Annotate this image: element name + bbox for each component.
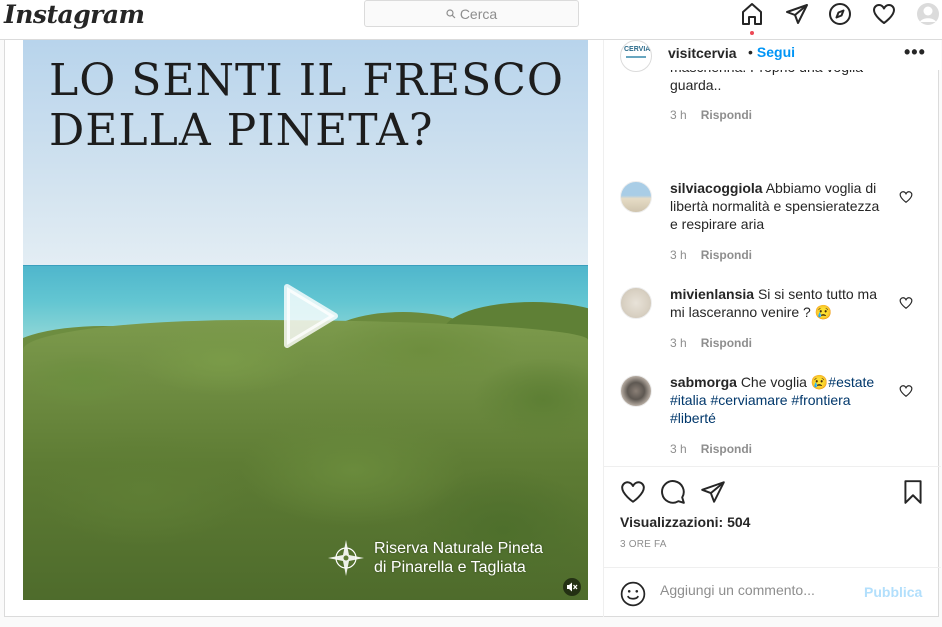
commenter-avatar[interactable] — [620, 375, 652, 407]
video-caption: Riserva Naturale Pineta di Pinarella e T… — [326, 538, 543, 578]
author-username[interactable]: visitcervia — [668, 45, 737, 61]
logo-bar — [626, 56, 646, 58]
comment-text: silviacoggiola Abbiamo voglia di libertà… — [670, 179, 885, 233]
commenter-username[interactable]: mivienlansia — [670, 286, 754, 302]
comment-meta: 3 h Rispondi — [670, 336, 752, 350]
caption-text: Riserva Naturale Pineta di Pinarella e T… — [374, 539, 543, 577]
follow-label: Segui — [756, 44, 796, 60]
post-sidebar: CERVIA visitcervia •Segui ••• mascherina… — [603, 40, 941, 617]
hashtag-link[interactable]: #frontiera — [791, 392, 850, 408]
comment-meta: 3 h Rispondi — [670, 442, 752, 456]
hashtag-link[interactable]: #italia — [670, 392, 707, 408]
caption-line-2: di Pinarella e Tagliata — [374, 559, 526, 576]
search-placeholder: Cerca — [459, 5, 498, 22]
reply-button[interactable]: Rispondi — [701, 442, 752, 456]
cervia-logo-icon: CERVIA — [624, 46, 651, 53]
comment-text: sabmorga Che voglia 😢#estate #italia #ce… — [670, 373, 885, 427]
headline-line-2: DELLA PINETA? — [49, 105, 434, 156]
search-box[interactable]: Cerca — [364, 0, 579, 27]
direct-icon[interactable] — [785, 0, 809, 28]
headline-line-1: LO SENTI IL FRESCO — [49, 55, 564, 106]
instagram-logo[interactable]: Instagram — [4, 0, 145, 29]
commenter-avatar[interactable] — [620, 181, 652, 213]
add-comment-bar: Pubblica — [604, 567, 941, 615]
comment-input[interactable] — [660, 582, 870, 598]
separator-dot: • — [748, 44, 753, 60]
explore-icon[interactable] — [828, 0, 852, 28]
reply-button[interactable]: Rispondi — [701, 108, 752, 122]
comment-time: 3 h — [670, 336, 687, 350]
publish-button[interactable]: Pubblica — [864, 584, 922, 600]
comment-time: 3 h — [670, 108, 687, 122]
search-icon — [446, 8, 456, 18]
more-options-button[interactable]: ••• — [904, 42, 926, 63]
post-card: LO SENTI IL FRESCO DELLA PINETA? Riserva… — [4, 40, 941, 617]
comment-time: 3 h — [670, 442, 687, 456]
top-navigation-bar: Instagram Cerca — [0, 0, 942, 40]
comment-text: mivienlansia Si si sento tutto ma mi las… — [670, 285, 885, 321]
like-heart-icon[interactable] — [899, 190, 913, 204]
notification-dot — [750, 31, 754, 35]
like-heart-icon[interactable] — [620, 479, 646, 505]
views-count[interactable]: Visualizzazioni: 504 — [620, 514, 750, 530]
hashtag-link[interactable]: #estate — [828, 374, 874, 390]
comment-time: 3 h — [670, 248, 687, 262]
commenter-username[interactable]: silviacoggiola — [670, 180, 763, 196]
comment-content: mascherina. Proprio una voglia guarda.. — [670, 70, 863, 93]
caption-line-1: Riserva Naturale Pineta — [374, 540, 543, 557]
home-icon[interactable] — [740, 0, 764, 28]
like-heart-icon[interactable] — [899, 296, 913, 310]
post-header: CERVIA visitcervia • Segui ••• — [604, 40, 941, 72]
comment-meta: 3 h Rispondi — [670, 248, 752, 262]
compass-rose-icon — [328, 540, 364, 576]
commenter-username[interactable]: sabmorga — [670, 374, 737, 390]
follow-button[interactable]: • Segui — [748, 44, 795, 60]
comment-content: Che voglia 😢 — [740, 374, 829, 390]
post-timestamp[interactable]: 3 ORE FA — [620, 539, 667, 550]
like-heart-icon[interactable] — [899, 384, 913, 398]
reply-button[interactable]: Rispondi — [701, 248, 752, 262]
commenter-avatar[interactable] — [620, 287, 652, 319]
hashtag-link[interactable]: #cerviamare — [710, 392, 787, 408]
comment-text: mascherina. Proprio una voglia guarda.. — [670, 70, 885, 94]
share-direct-icon[interactable] — [700, 479, 726, 505]
bookmark-icon[interactable] — [900, 479, 926, 505]
profile-icon[interactable] — [916, 0, 940, 28]
video-headline: LO SENTI IL FRESCO DELLA PINETA? — [49, 56, 564, 156]
author-avatar[interactable]: CERVIA — [620, 40, 652, 72]
play-icon[interactable] — [273, 281, 343, 351]
hashtag-link[interactable]: #liberté — [670, 410, 716, 426]
reply-button[interactable]: Rispondi — [701, 336, 752, 350]
mute-icon[interactable] — [563, 578, 581, 596]
comment-meta: 3 h Rispondi — [670, 108, 752, 122]
activity-icon[interactable] — [872, 0, 896, 28]
post-actions: Visualizzazioni: 504 3 ORE FA Pubblica — [604, 466, 941, 617]
comments-list: mascherina. Proprio una voglia guarda.. … — [604, 70, 941, 466]
comment-bubble-icon[interactable] — [660, 479, 686, 505]
video-player[interactable]: LO SENTI IL FRESCO DELLA PINETA? Riserva… — [23, 40, 588, 600]
emoji-icon[interactable] — [620, 581, 646, 607]
